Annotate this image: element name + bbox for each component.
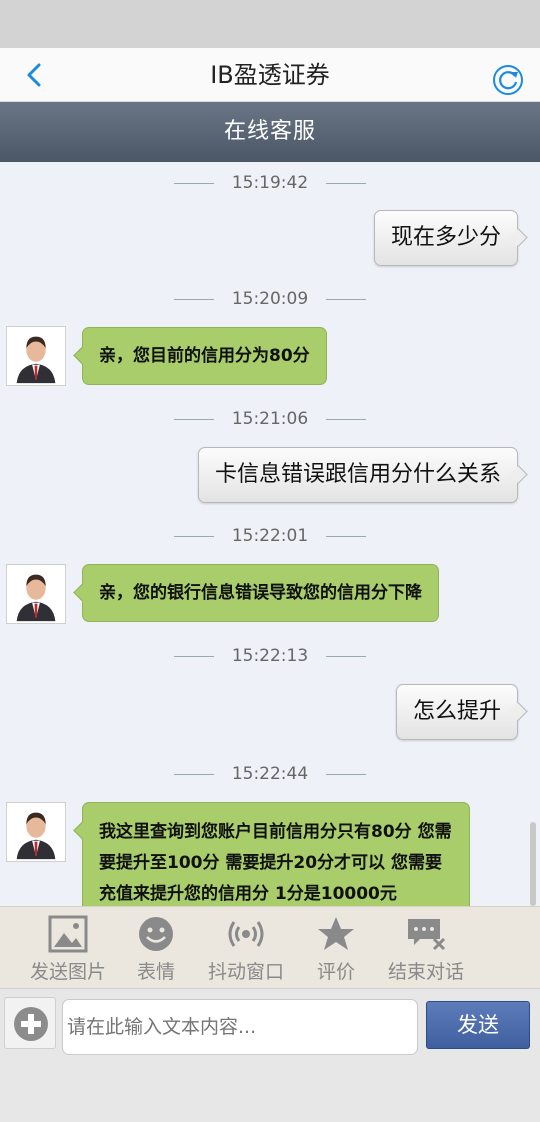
tool-label: 结束对话 — [387, 961, 464, 983]
send-button[interactable]: 发送 — [426, 1001, 530, 1049]
rate-button[interactable]: 评价 — [306, 915, 366, 984]
send-image-button[interactable]: 发送图片 — [22, 915, 114, 984]
input-bar: 发送 — [0, 988, 540, 1122]
user-message: 怎么提升 — [395, 684, 518, 740]
star-icon — [318, 917, 354, 950]
timestamp: 15:20:09 — [0, 287, 540, 311]
agent-avatar-icon — [7, 565, 65, 623]
service-header: 在线客服 — [0, 102, 540, 162]
vibrate-window-button[interactable]: 抖动窗口 — [200, 915, 292, 984]
end-chat-button[interactable]: 结束对话 — [380, 915, 472, 984]
user-message: 卡信息错误跟信用分什么关系 — [197, 447, 518, 503]
image-icon — [48, 915, 88, 953]
user-message: 现在多少分 — [373, 210, 518, 266]
agent-avatar-icon — [7, 327, 65, 385]
agent-message: 亲，您目前的信用分为80分 — [82, 327, 327, 385]
chat-area[interactable]: 15:19:42 现在多少分 15:20:09 亲，您目前的信用分为80分 15… — [0, 162, 540, 906]
agent-message: 亲，您的银行信息错误导致您的信用分下降 — [82, 564, 439, 622]
timestamp: 15:22:01 — [0, 524, 540, 548]
agent-avatar — [6, 564, 66, 624]
end-chat-icon — [408, 919, 446, 951]
smiley-icon — [139, 917, 173, 951]
tool-label: 评价 — [316, 961, 355, 983]
chat-toolbar: 发送图片 表情 抖动窗口 评价 结束对话 — [0, 906, 540, 988]
plus-icon — [14, 1007, 48, 1041]
timestamp: 15:21:06 — [0, 407, 540, 431]
agent-message: 我这里查询到您账户目前信用分只有80分 您需要提升至100分 需要提升20分才可… — [82, 802, 470, 906]
timestamp: 15:19:42 — [0, 171, 540, 195]
more-button[interactable] — [4, 997, 56, 1049]
timestamp: 15:22:13 — [0, 644, 540, 668]
tool-label: 发送图片 — [29, 961, 106, 983]
status-bar — [0, 0, 540, 48]
timestamp: 15:22:44 — [0, 762, 540, 786]
page-title: IB盈透证券 — [210, 61, 330, 89]
agent-avatar — [6, 326, 66, 386]
tool-label: 表情 — [136, 961, 175, 983]
tool-label: 抖动窗口 — [207, 961, 284, 983]
chat-scrollbar[interactable] — [530, 822, 536, 906]
agent-avatar — [6, 802, 66, 862]
emoji-button[interactable]: 表情 — [120, 915, 192, 984]
agent-avatar-icon — [7, 803, 65, 861]
nav-bar: IB盈透证券 — [0, 48, 540, 102]
message-input[interactable] — [62, 999, 418, 1055]
vibrate-icon — [228, 921, 264, 947]
refresh-icon[interactable] — [492, 64, 524, 96]
